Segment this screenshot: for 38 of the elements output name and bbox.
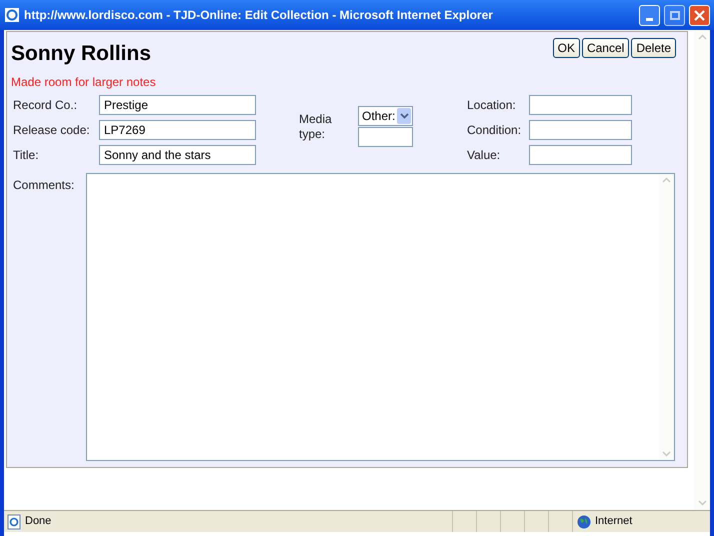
window-title: http://www.lordisco.com - TJD-Online: Edit Collection - Microsoft Internet Explorer xyxy=(24,7,494,24)
form-button[interactable]: Delete xyxy=(631,38,676,58)
field-label: Title: xyxy=(12,146,40,164)
text-field[interactable]: Prestige xyxy=(99,94,256,114)
scroll-up-icon xyxy=(698,34,706,40)
field-label: Condition: xyxy=(467,122,522,138)
browser-icon xyxy=(4,7,20,23)
form-button[interactable]: Cancel xyxy=(582,38,630,58)
scrollbar[interactable] xyxy=(659,174,674,460)
notice-text: Made room for larger notes xyxy=(11,74,157,90)
text-field[interactable] xyxy=(529,120,632,140)
status-text: Done xyxy=(25,514,52,530)
text-field[interactable]: LP7269 xyxy=(99,120,256,140)
scroll-up-icon xyxy=(662,176,671,182)
close-icon xyxy=(694,10,705,20)
scroll-down-icon xyxy=(662,450,671,456)
page-heading: Sonny Rollins xyxy=(11,41,152,67)
field-label: Value: xyxy=(467,146,502,164)
maximize-button[interactable] xyxy=(664,4,685,26)
field-label: Comments: xyxy=(12,176,76,194)
globe-icon xyxy=(577,514,591,528)
field-label: Record Co.: xyxy=(12,96,78,114)
field-label: Media type: xyxy=(299,112,333,142)
page-icon xyxy=(6,514,22,530)
form-button[interactable]: OK xyxy=(552,38,580,58)
minimize-button[interactable] xyxy=(639,4,660,26)
field-label: Release code: xyxy=(12,122,91,138)
scroll-down-icon xyxy=(698,500,706,506)
media-type-select[interactable]: Other: xyxy=(358,106,413,126)
text-field[interactable] xyxy=(529,144,632,164)
page-scrollbar[interactable] xyxy=(694,30,710,510)
comments-field[interactable] xyxy=(86,172,675,460)
text-field[interactable]: Sonny and the stars xyxy=(99,144,256,164)
text-field[interactable] xyxy=(529,94,632,114)
zone-text: Internet xyxy=(595,514,632,530)
field-label: Location: xyxy=(467,96,517,114)
text-field[interactable] xyxy=(358,126,413,146)
close-button[interactable] xyxy=(689,4,710,26)
